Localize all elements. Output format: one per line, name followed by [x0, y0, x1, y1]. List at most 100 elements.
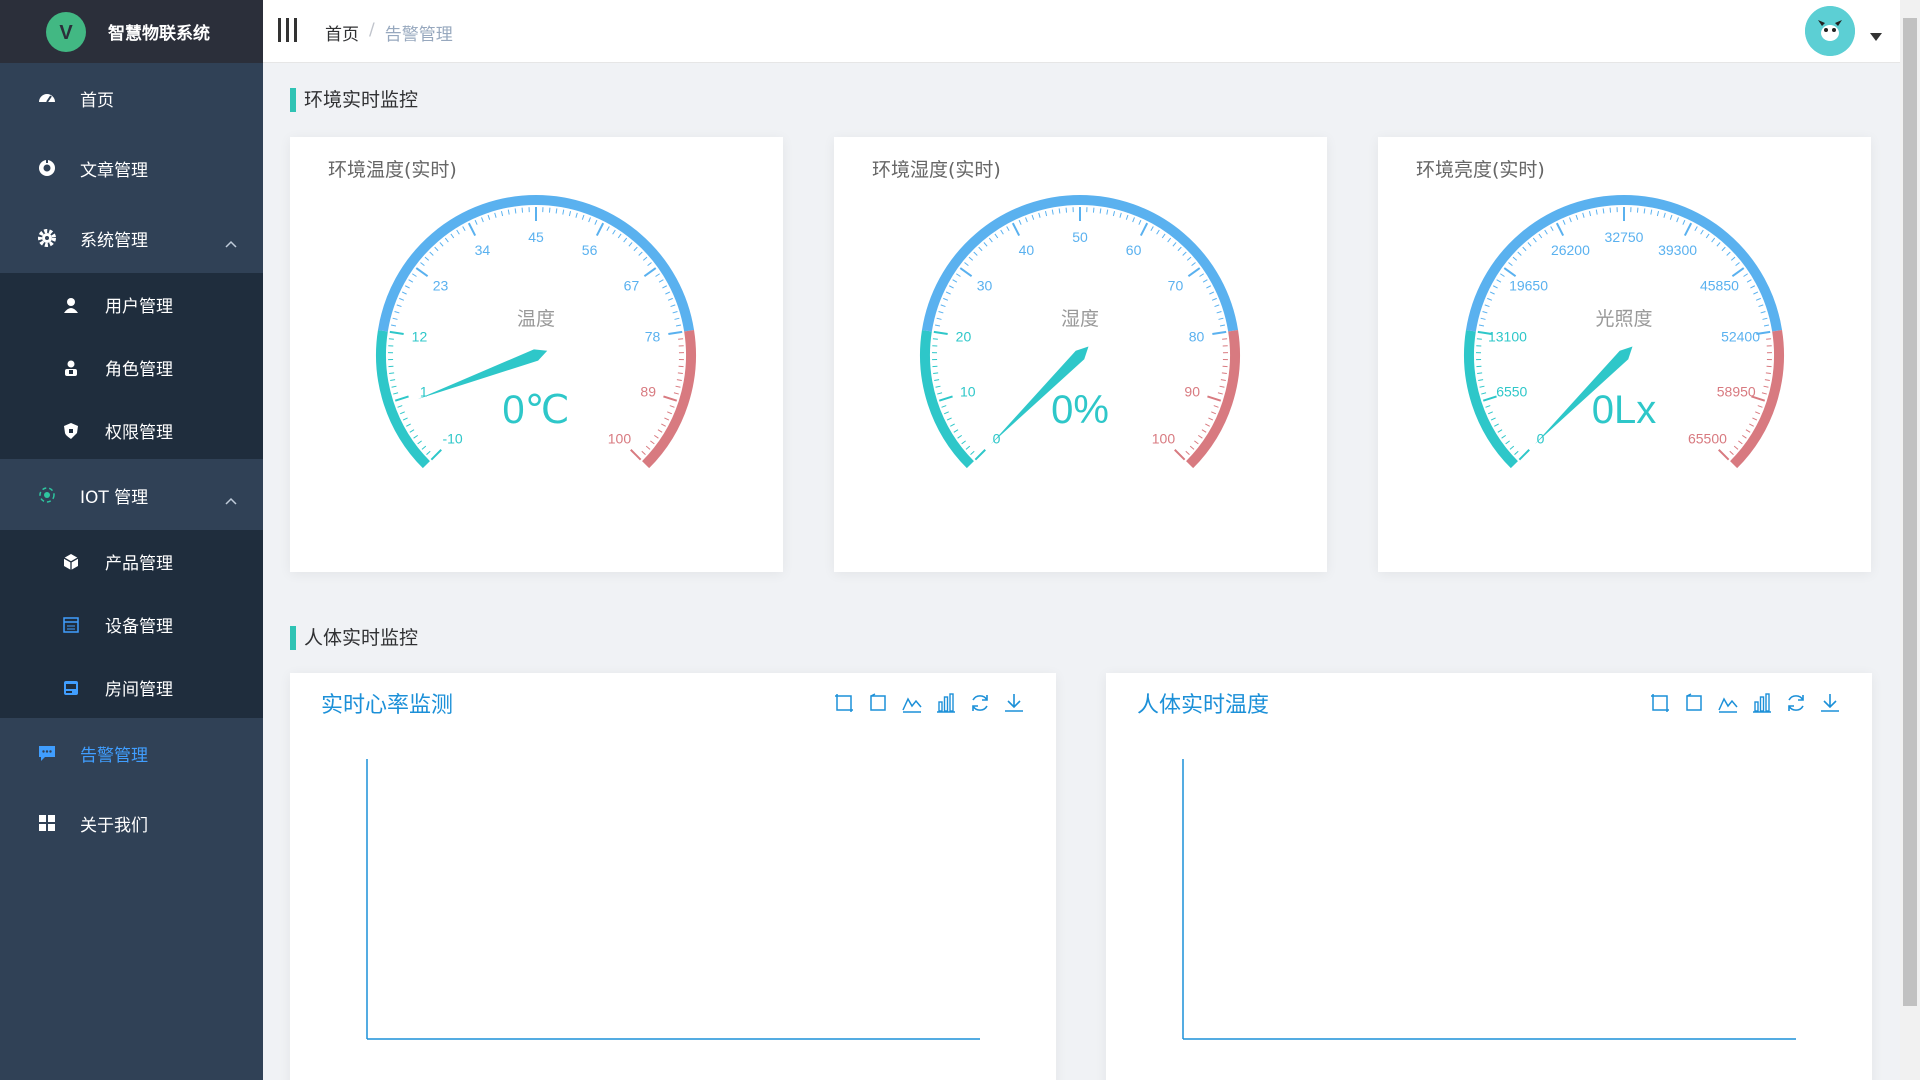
gauge-minor-tick [1038, 212, 1041, 218]
gauge-minor-tick [964, 262, 969, 266]
gauge-minor-tick [1219, 385, 1225, 388]
gauge-minor-tick [650, 440, 655, 445]
gauge-minor-tick [1191, 262, 1196, 266]
gauge-minor-tick [1209, 291, 1215, 295]
gauge-minor-tick [957, 434, 963, 439]
sidebar-item-products[interactable]: 产品管理 [0, 530, 263, 593]
zoom-reset-icon[interactable] [866, 691, 890, 715]
sidebar-item-iot[interactable]: IOT 管理 [0, 460, 263, 530]
restore-icon[interactable] [968, 691, 992, 715]
gauge-minor-tick [1743, 273, 1748, 277]
gauge-minor-tick [1716, 242, 1721, 247]
gauge-tick-label: 45850 [1700, 278, 1739, 294]
line-chart-icon[interactable] [1716, 691, 1740, 715]
gauge-minor-tick [1206, 285, 1212, 289]
gauge-minor-tick [424, 256, 430, 261]
zoom-icon[interactable] [1648, 691, 1672, 715]
article-icon [37, 158, 57, 178]
gauge-minor-tick [617, 233, 622, 239]
scrollbar-thumb[interactable] [1903, 18, 1917, 1006]
gauge-minor-tick [1643, 208, 1646, 214]
zoom-icon[interactable] [832, 691, 856, 715]
gauge-minor-tick [968, 256, 974, 261]
chart-axes [366, 759, 980, 1040]
gauge-brightness: 0655013100196502620032750393004585052400… [1464, 195, 1784, 469]
chart-title: 实时心率监测 [321, 693, 454, 718]
gauge-minor-tick [1762, 317, 1768, 320]
line-chart-icon[interactable] [900, 691, 924, 715]
gauge-minor-tick [434, 246, 439, 252]
sidebar-item-articles[interactable]: 文章管理 [0, 133, 263, 203]
download-icon[interactable] [1002, 691, 1026, 715]
gauge-minor-tick [1492, 285, 1498, 289]
gauge-minor-tick [1656, 210, 1660, 217]
gauge-minor-tick [961, 440, 966, 445]
gauge-minor-tick [970, 450, 975, 455]
gauge-tick-label: 80 [1189, 329, 1205, 345]
gauge-minor-tick [392, 317, 398, 320]
gauge-major-tick [643, 267, 657, 278]
gauge-title: 环境湿度(实时) [872, 159, 1001, 181]
gauge-minor-tick [1199, 273, 1204, 277]
gauge-minor-tick [1721, 246, 1726, 252]
gauge-minor-tick [670, 304, 676, 308]
room-icon [62, 679, 80, 697]
gauge-minor-tick [399, 411, 405, 415]
gauge-minor-tick [1219, 324, 1226, 327]
logo-bar: V 智慧物联系统 [0, 0, 263, 63]
gauge-tick-label: 45 [528, 229, 544, 245]
gauge-major-tick [1518, 449, 1530, 461]
sidebar-item-system[interactable]: 系统管理 [0, 203, 263, 273]
caret-down-icon[interactable] [1870, 26, 1882, 45]
sidebar-item-label: 权限管理 [105, 423, 173, 443]
gauge-minor-tick [1602, 208, 1605, 214]
chart-toolbox [1648, 691, 1842, 715]
gauge-minor-tick [1509, 445, 1515, 450]
gauge-minor-tick [1222, 338, 1228, 340]
gauge-minor-tick [1750, 285, 1756, 289]
gauge-minor-tick [1218, 317, 1224, 320]
top-navbar: 首页 / 告警管理 [263, 0, 1900, 63]
gauge-minor-tick [393, 392, 399, 395]
gauge-minor-tick [675, 324, 682, 327]
logo[interactable]: V [46, 11, 86, 52]
gauge-minor-tick [612, 229, 616, 235]
gauge-minor-tick [1676, 217, 1679, 223]
gauge-minor-tick [1018, 219, 1022, 225]
gauge-minor-tick [633, 246, 638, 252]
gauge-minor-tick [1763, 385, 1769, 388]
gauge-minor-tick [450, 233, 455, 239]
gauge-minor-tick [647, 262, 652, 266]
sidebar-item-permissions[interactable]: 权限管理 [0, 399, 263, 462]
menu-toggle-icon[interactable] [278, 18, 300, 42]
sidebar-item-rooms[interactable]: 房间管理 [0, 656, 263, 719]
gauge-minor-tick [1485, 405, 1491, 408]
gauge-tick-label: 70 [1168, 278, 1184, 294]
restore-icon[interactable] [1784, 691, 1808, 715]
zoom-reset-icon[interactable] [1682, 691, 1706, 715]
gear-icon [37, 228, 57, 248]
gauge-minor-tick [1489, 291, 1495, 295]
sidebar-item-home[interactable]: 首页 [0, 63, 263, 133]
gauge-minor-tick [1167, 237, 1172, 243]
sidebar-item-alarms[interactable]: 告警管理 [0, 718, 263, 788]
gauge-major-tick [1174, 449, 1186, 461]
avatar[interactable] [1805, 6, 1855, 56]
bar-chart-icon[interactable] [1750, 691, 1774, 715]
gauge-minor-tick [1138, 219, 1142, 225]
download-icon[interactable] [1818, 691, 1842, 715]
bar-chart-icon[interactable] [934, 691, 958, 715]
gauge-minor-tick [429, 251, 434, 256]
sidebar-item-devices[interactable]: 设备管理 [0, 593, 263, 656]
gauge-minor-tick [568, 210, 572, 217]
gauge-minor-tick [1682, 219, 1686, 225]
breadcrumb-home[interactable]: 首页 [325, 20, 359, 45]
gauge-minor-tick [1663, 212, 1666, 218]
sidebar-item-roles[interactable]: 角色管理 [0, 336, 263, 399]
gauge-minor-tick [658, 279, 664, 283]
gauge-minor-tick [948, 285, 954, 289]
sidebar-item-users[interactable]: 用户管理 [0, 273, 263, 336]
gauge-minor-tick [1487, 297, 1493, 301]
sidebar-item-about[interactable]: 关于我们 [0, 788, 263, 858]
gauge-minor-tick [1575, 214, 1579, 220]
